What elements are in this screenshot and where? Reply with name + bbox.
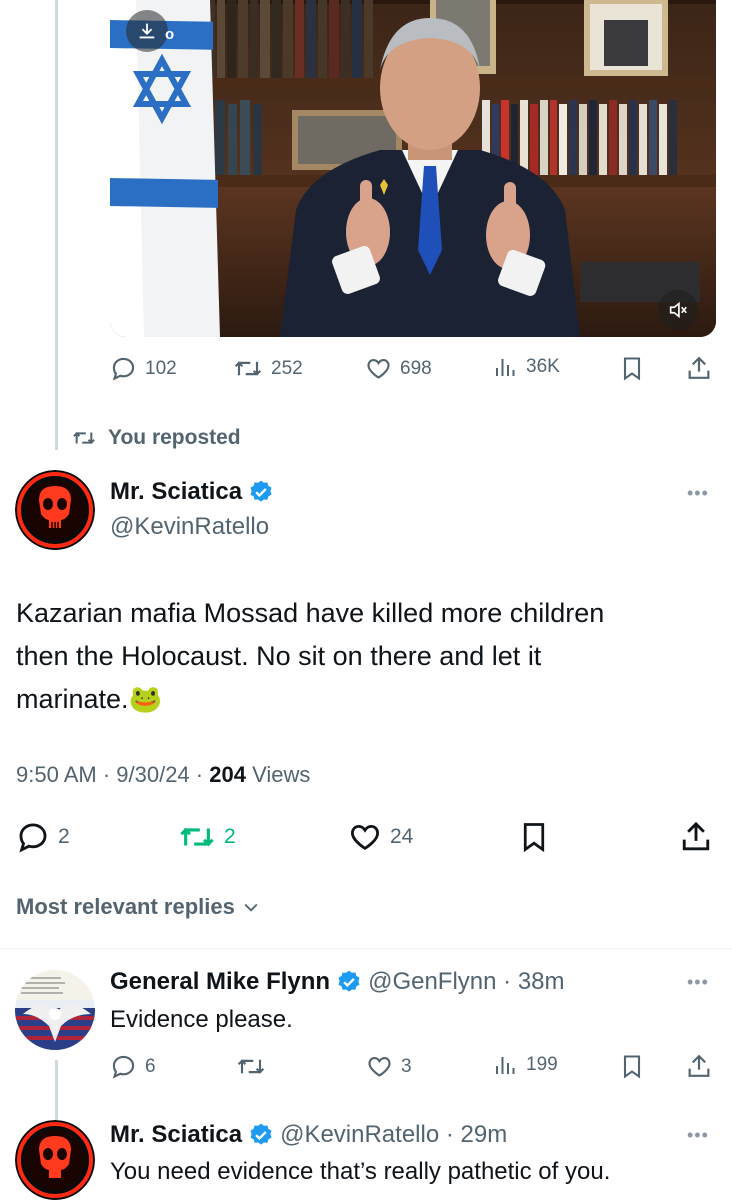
views-count: 199 [526, 1054, 558, 1075]
avatar[interactable] [15, 470, 95, 550]
bookmark-icon [623, 1055, 641, 1079]
views-icon [496, 359, 515, 376]
avatar[interactable] [15, 970, 95, 1050]
bookmark-icon [523, 823, 545, 853]
reply-author-handle[interactable]: @GenFlynn · 38m [368, 968, 564, 996]
share-icon [688, 1054, 710, 1077]
reply-count: 2 [58, 825, 70, 848]
heart-icon [368, 1056, 391, 1077]
repost-count: 252 [271, 357, 303, 379]
reply-author-row: General Mike Flynn @GenFlynn · 38m [110, 968, 565, 996]
reply-button[interactable]: 2 [16, 820, 70, 854]
reply-button[interactable]: 6 [110, 1053, 156, 1080]
reply-author-name[interactable]: General Mike Flynn [110, 968, 330, 996]
mute-button[interactable] [658, 290, 698, 330]
thread-line [55, 0, 58, 450]
repost-button[interactable]: 2 [178, 820, 236, 854]
views-button[interactable]: 199 [494, 1053, 558, 1077]
bookmark-button[interactable] [620, 1053, 644, 1080]
repost-count: 2 [224, 825, 236, 848]
download-suffix: o [165, 26, 175, 43]
tweet-action-bar: 2 2 24 [16, 820, 716, 854]
share-icon [682, 821, 710, 851]
tweet-text-line: marinate.🐸 [16, 684, 163, 714]
share-button[interactable] [686, 1053, 712, 1080]
repost-indicator: You reposted [70, 426, 241, 450]
thread-line [55, 1060, 58, 1120]
like-count: 3 [401, 1055, 412, 1077]
reply-icon [19, 823, 47, 853]
repost-button[interactable] [236, 1053, 266, 1080]
tweet-metadata: 9:50 AM · 9/30/24 · 204 Views [16, 762, 310, 788]
reply-author-row: Mr. Sciatica @KevinRatello · 29m [110, 1121, 507, 1149]
media-action-bar: 102 252 698 36K [110, 355, 716, 383]
share-button[interactable] [686, 355, 712, 382]
like-button[interactable]: 24 [348, 820, 413, 854]
views-count: 36K [526, 356, 560, 377]
more-options-icon[interactable]: ••• [687, 1125, 709, 1146]
views-icon [496, 1057, 515, 1074]
author-row: Mr. Sciatica [110, 478, 274, 506]
repost-icon [237, 1059, 265, 1074]
like-count: 698 [400, 357, 432, 379]
tweet-text: Kazarian mafia Mossad have killed more c… [16, 592, 716, 721]
bookmark-button[interactable] [519, 820, 549, 854]
reply-text: Evidence please. [110, 1006, 293, 1033]
reply-count: 6 [145, 1055, 156, 1077]
replies-sort-label: Most relevant replies [16, 894, 235, 919]
tweet-timestamp[interactable]: 9:50 AM · 9/30/24 · [16, 762, 209, 787]
download-icon [139, 23, 155, 39]
avatar[interactable] [15, 1120, 95, 1200]
repost-icon [180, 827, 214, 847]
like-count: 24 [390, 825, 414, 848]
tweet-text-line: then the Holocaust. No sit on there and … [16, 641, 542, 671]
divider [0, 948, 732, 949]
bookmark-icon [623, 357, 641, 381]
like-button[interactable]: 698 [365, 355, 432, 382]
chevron-down-icon [244, 903, 258, 912]
replies-sort-dropdown[interactable]: Most relevant replies [16, 894, 261, 920]
views-button[interactable]: 36K [494, 355, 560, 379]
reply-icon [112, 1055, 135, 1079]
repost-note-text: You reposted [108, 426, 241, 449]
verified-badge-icon [250, 1123, 272, 1145]
repost-icon [73, 431, 95, 445]
more-options-icon[interactable]: ••• [687, 483, 709, 504]
reply-action-bar: 6 3 199 [110, 1053, 716, 1081]
heart-icon [367, 358, 390, 379]
tweet-text-line: Kazarian mafia Mossad have killed more c… [16, 598, 605, 628]
video-player[interactable] [110, 0, 716, 337]
repost-icon [234, 361, 262, 376]
reply-author-handle[interactable]: @KevinRatello · 29m [280, 1121, 507, 1149]
share-button[interactable] [680, 820, 712, 854]
reply-icon [112, 357, 135, 381]
more-options-icon[interactable]: ••• [687, 972, 709, 993]
repost-button[interactable]: 252 [233, 355, 303, 382]
download-button[interactable] [126, 10, 168, 52]
reply-text: You need evidence that’s really pathetic… [110, 1158, 611, 1185]
author-name[interactable]: Mr. Sciatica [110, 478, 242, 506]
heart-icon [351, 824, 379, 850]
like-button[interactable]: 3 [366, 1053, 412, 1080]
bookmark-button[interactable] [620, 355, 644, 382]
speaker-muted-icon [669, 301, 687, 319]
reply-author-name[interactable]: Mr. Sciatica [110, 1121, 242, 1149]
author-handle[interactable]: @KevinRatello [110, 513, 269, 541]
reply-button[interactable]: 102 [110, 355, 177, 382]
reply-count: 102 [145, 357, 177, 379]
verified-badge-icon [250, 480, 272, 502]
verified-badge-icon [338, 970, 360, 992]
views-label: Views [245, 762, 311, 787]
share-icon [688, 356, 710, 379]
views-count: 204 [209, 762, 246, 787]
